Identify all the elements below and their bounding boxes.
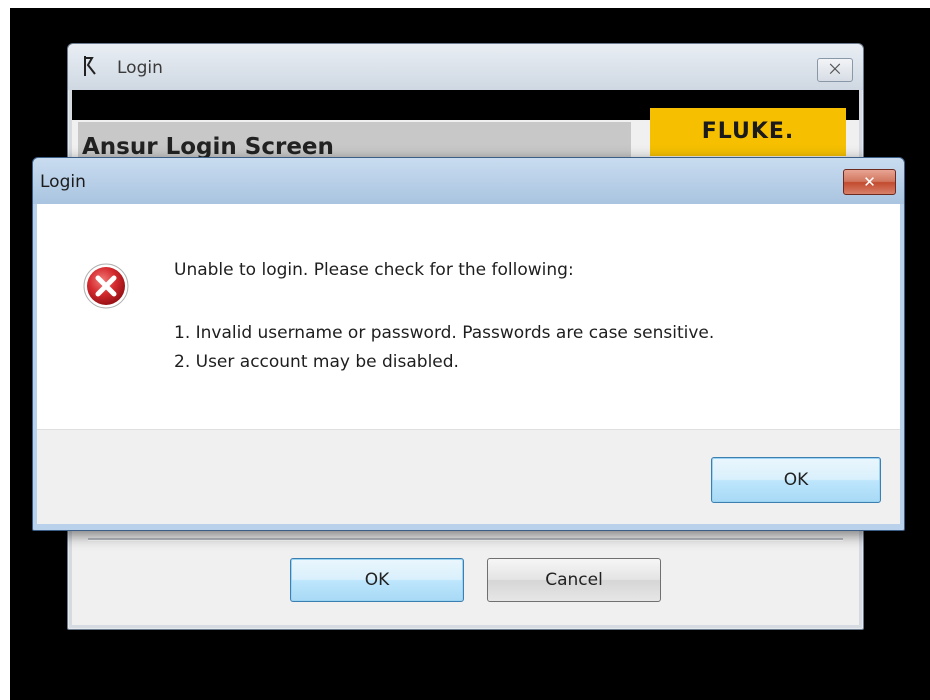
error-message: Unable to login. Please check for the fo… (174, 260, 574, 280)
back-window-close-button[interactable]: ⨉ (817, 58, 853, 82)
error-icon (83, 263, 129, 309)
dialog-body: Unable to login. Please check for the fo… (37, 204, 900, 429)
dialog-close-button[interactable]: ✕ (843, 169, 896, 195)
dialog-titlebar[interactable]: Login ✕ (33, 158, 904, 204)
dialog-footer: OK (37, 429, 900, 524)
fluke-logo: FLUKE. (650, 108, 846, 156)
back-window-titlebar[interactable]: Login ⨉ (68, 44, 863, 90)
back-window-title: Login (117, 58, 163, 78)
back-cancel-button[interactable]: Cancel (487, 558, 661, 602)
dialog-ok-button[interactable]: OK (711, 457, 881, 503)
ansur-app-icon (84, 56, 96, 76)
error-reason-2: 2. User account may be disabled. (174, 352, 459, 372)
error-reason-1: 1. Invalid username or password. Passwor… (174, 323, 715, 343)
dialog-title: Login (40, 172, 86, 192)
back-window-divider (88, 538, 843, 541)
back-ok-button[interactable]: OK (290, 558, 464, 602)
error-dialog: Login ✕ Unable to login. Please check fo… (32, 157, 905, 531)
